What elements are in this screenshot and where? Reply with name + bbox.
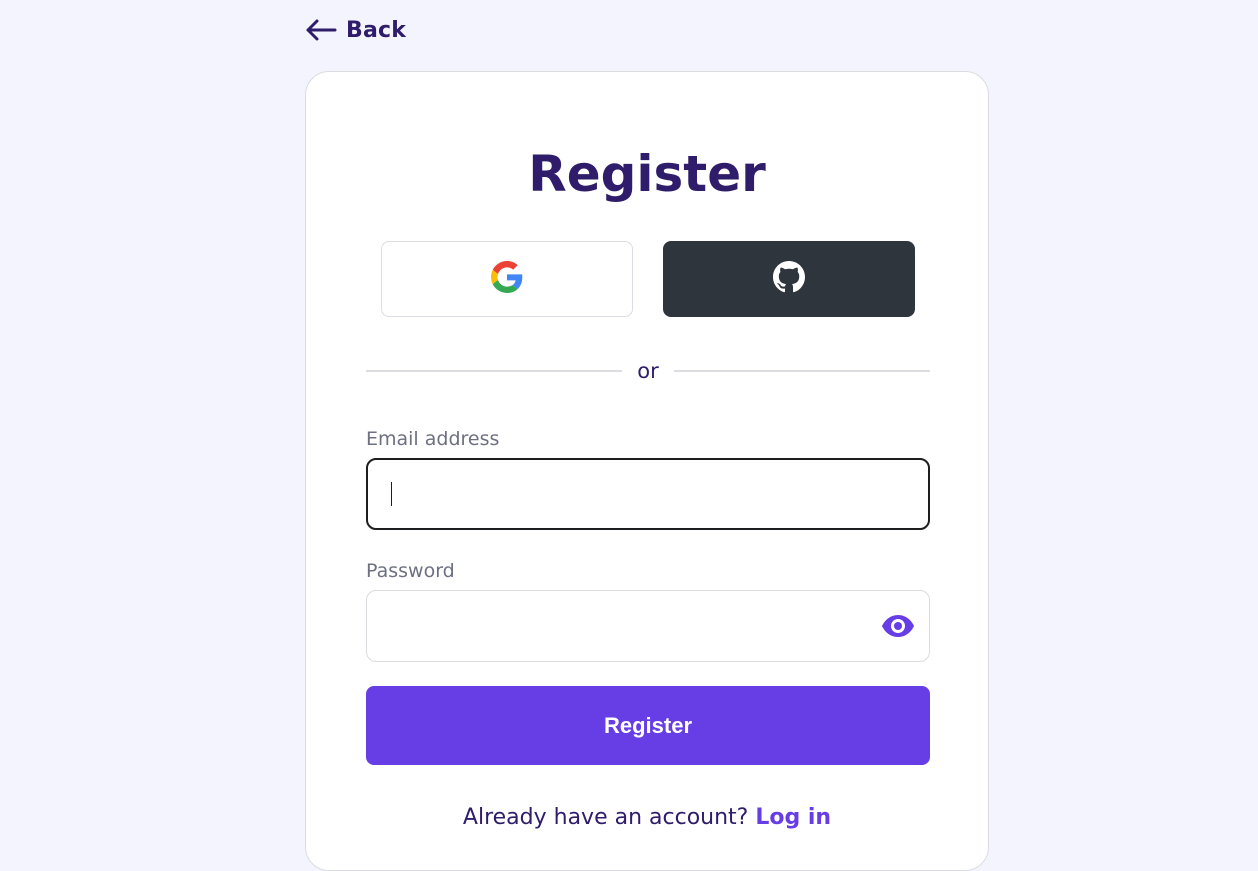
text-caret <box>391 482 392 506</box>
password-field[interactable] <box>366 590 930 662</box>
github-icon <box>773 261 805 297</box>
page-title: Register <box>528 145 766 203</box>
google-signin-button[interactable] <box>381 241 633 317</box>
divider-line-left <box>366 370 623 372</box>
google-icon <box>491 261 523 297</box>
register-card: Register or Email address Password Regis… <box>305 71 989 871</box>
login-prompt-row: Already have an account? Log in <box>306 805 988 830</box>
divider-text: or <box>637 359 659 383</box>
email-field[interactable] <box>366 458 930 530</box>
register-button[interactable]: Register <box>366 686 930 765</box>
divider-line-right <box>673 370 931 372</box>
email-label: Email address <box>366 428 500 450</box>
or-divider: or <box>366 356 931 386</box>
arrow-left-icon <box>305 14 337 46</box>
github-signin-button[interactable] <box>663 241 915 317</box>
password-label: Password <box>366 560 455 582</box>
back-link[interactable]: Back <box>305 14 406 46</box>
login-prompt-text: Already have an account? <box>462 805 749 830</box>
login-link[interactable]: Log in <box>755 805 831 830</box>
eye-icon[interactable] <box>881 613 915 639</box>
back-label: Back <box>346 17 407 43</box>
